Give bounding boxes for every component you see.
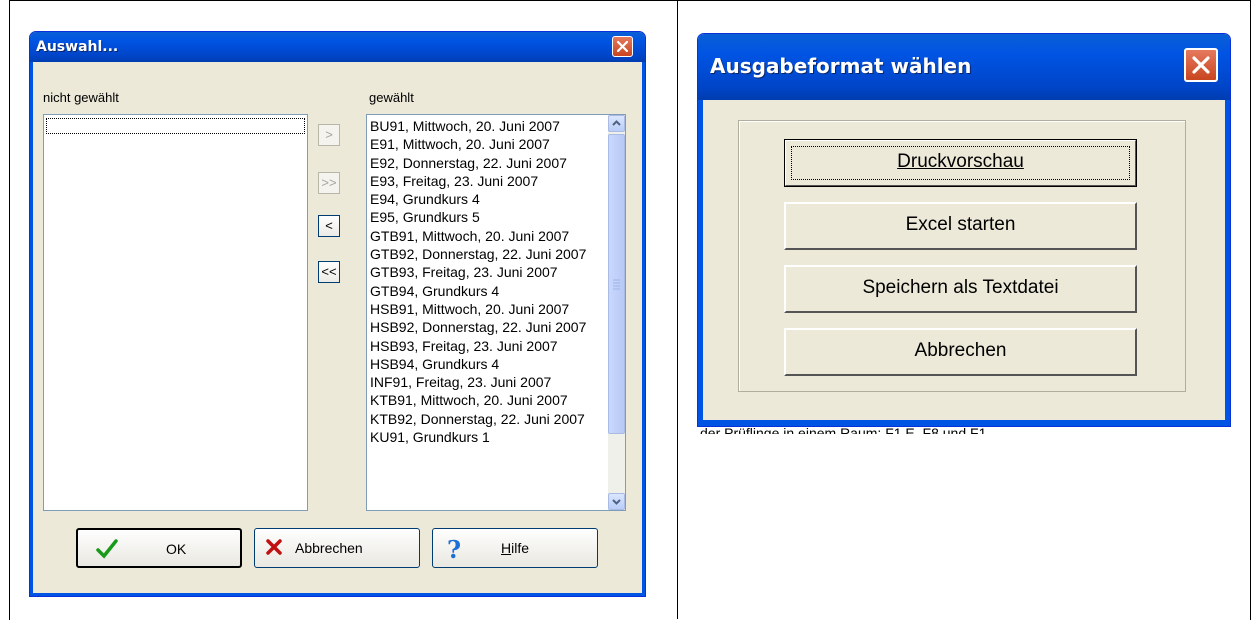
excel-start-button[interactable]: Excel starten xyxy=(784,202,1137,250)
list-item[interactable]: E95, Grundkurs 5 xyxy=(370,208,605,226)
list-item[interactable]: HSB91, Mittwoch, 20. Juni 2007 xyxy=(370,300,605,318)
list-item[interactable]: HSB94, Grundkurs 4 xyxy=(370,355,605,373)
cancel-format-label: Abbrechen xyxy=(914,340,1007,361)
auswahl-dialog: Auswahl... nicht gewählt gewählt > >> < … xyxy=(29,31,646,597)
selected-list-scrollbar[interactable] xyxy=(608,115,625,510)
list-item[interactable]: E92, Donnerstag, 22. Juni 2007 xyxy=(370,154,605,172)
cancel-format-button[interactable]: Abbrechen xyxy=(784,328,1137,376)
list-item[interactable]: E94, Grundkurs 4 xyxy=(370,190,605,208)
close-button[interactable] xyxy=(1184,48,1218,82)
cross-icon xyxy=(265,538,283,559)
list-item[interactable]: BU91, Mittwoch, 20. Juni 2007 xyxy=(370,117,605,135)
cancel-button[interactable]: Abbrechen xyxy=(254,528,420,568)
print-preview-button[interactable]: Druckvorschau xyxy=(784,139,1137,187)
scroll-thumb[interactable] xyxy=(608,134,625,434)
close-icon xyxy=(617,41,628,52)
list-item[interactable]: KTB91, Mittwoch, 20. Juni 2007 xyxy=(370,391,605,409)
excel-start-label: Excel starten xyxy=(905,214,1016,235)
list-item[interactable]: HSB93, Freitag, 23. Juni 2007 xyxy=(370,337,605,355)
close-button[interactable] xyxy=(612,36,633,57)
selected-items: BU91, Mittwoch, 20. Juni 2007 E91, Mittwo… xyxy=(370,117,605,446)
chevron-down-icon xyxy=(612,499,621,505)
cancel-label: Abbrechen xyxy=(295,540,363,556)
ok-button[interactable]: OK xyxy=(76,528,242,568)
list-item[interactable]: KU91, Grundkurs 1 xyxy=(370,428,605,446)
not-selected-label: nicht gewählt xyxy=(43,90,119,105)
remove-all-button[interactable]: << xyxy=(318,261,340,283)
list-item[interactable]: E91, Mittwoch, 20. Juni 2007 xyxy=(370,135,605,153)
save-text-file-button[interactable]: Speichern als Textdatei xyxy=(784,265,1137,313)
list-item[interactable]: HSB92, Donnerstag, 22. Juni 2007 xyxy=(370,318,605,336)
list-item[interactable]: E93, Freitag, 23. Juni 2007 xyxy=(370,172,605,190)
table-cell-divider xyxy=(677,0,678,619)
selected-label: gewählt xyxy=(369,90,414,105)
list-focus-rect xyxy=(46,118,305,134)
scroll-up-button[interactable] xyxy=(608,115,625,132)
scroll-down-button[interactable] xyxy=(608,493,625,510)
ausgabe-titlebar[interactable]: Ausgabeformat wählen xyxy=(698,34,1230,100)
help-label: Hilfe xyxy=(501,540,530,556)
save-text-file-label: Speichern als Textdatei xyxy=(862,277,1059,298)
not-selected-list[interactable] xyxy=(43,114,308,511)
list-item[interactable]: KTB92, Donnerstag, 22. Juni 2007 xyxy=(370,410,605,428)
auswahl-titlebar[interactable]: Auswahl... xyxy=(30,32,645,62)
checkmark-icon xyxy=(96,539,118,562)
ausgabe-title: Ausgabeformat wählen xyxy=(710,54,972,78)
list-item[interactable]: GTB91, Mittwoch, 20. Juni 2007 xyxy=(370,227,605,245)
close-icon xyxy=(1192,56,1210,74)
list-item[interactable]: GTB92, Donnerstag, 22. Juni 2007 xyxy=(370,245,605,263)
list-item[interactable]: INF91, Freitag, 23. Juni 2007 xyxy=(370,373,605,391)
remove-one-button[interactable]: < xyxy=(318,215,340,237)
help-icon: ? xyxy=(447,535,462,564)
list-item[interactable]: GTB93, Freitag, 23. Juni 2007 xyxy=(370,263,605,281)
add-one-button[interactable]: > xyxy=(318,124,340,146)
chevron-up-icon xyxy=(612,120,621,126)
selected-list[interactable]: BU91, Mittwoch, 20. Juni 2007 E91, Mittwo… xyxy=(366,114,626,511)
add-all-button[interactable]: >> xyxy=(318,172,340,194)
ausgabeformat-dialog: Ausgabeformat wählen Druckvorschau Excel… xyxy=(697,33,1231,427)
list-item[interactable]: GTB94, Grundkurs 4 xyxy=(370,282,605,300)
auswahl-title: Auswahl... xyxy=(36,39,119,55)
ok-label: OK xyxy=(166,541,187,557)
help-button[interactable]: ? Hilfe xyxy=(432,528,598,568)
